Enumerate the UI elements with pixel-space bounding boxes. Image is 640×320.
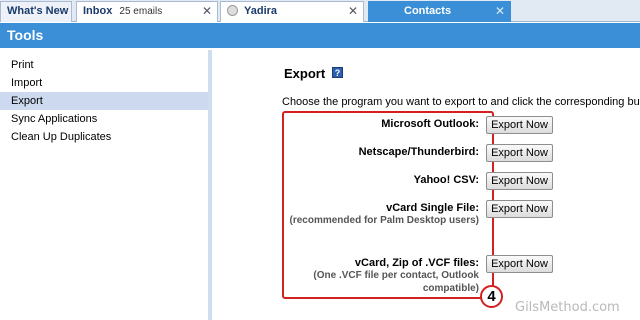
option-name: vCard, Zip of .VCF files: — [354, 257, 479, 269]
export-thunderbird-button[interactable]: Export Now — [486, 144, 553, 162]
tools-header: Tools — [0, 23, 640, 48]
tab-label: Inbox — [83, 5, 113, 17]
tab-inbox[interactable]: Inbox 25 emails ✕ — [76, 1, 218, 22]
watermark: GilsMethod.com — [515, 300, 620, 315]
sidebar-item-export[interactable]: Export — [0, 92, 208, 110]
export-option-label: vCard Single File: (recommended for Palm… — [288, 202, 480, 227]
tab-whats-new[interactable]: What's New — [0, 1, 72, 22]
avatar-icon — [227, 5, 238, 16]
tab-label: Contacts — [404, 5, 452, 17]
tab-yadira[interactable]: Yadira ✕ — [220, 1, 364, 22]
tab-contacts[interactable]: Contacts ✕ — [368, 1, 511, 22]
export-vcard-zip-button[interactable]: Export Now — [486, 255, 553, 273]
option-note: (recommended for Palm Desktop users) — [289, 215, 480, 226]
sidebar-item-clean-up-duplicates[interactable]: Clean Up Duplicates — [0, 128, 208, 146]
step-number-badge: 4 — [480, 285, 503, 308]
tab-email-count: 25 emails — [119, 6, 163, 17]
sidebar-item-print[interactable]: Print — [0, 56, 208, 74]
export-options-highlight: Microsoft Outlook: Export Now Netscape/T… — [282, 111, 553, 299]
contacts-tools-window: What's New Inbox 25 emails ✕ Yadira ✕ Co… — [0, 0, 640, 320]
export-option-label: Yahoo! CSV: — [413, 174, 479, 186]
close-icon[interactable]: ✕ — [348, 2, 358, 21]
close-icon[interactable]: ✕ — [202, 2, 212, 21]
export-option-label: Microsoft Outlook: — [381, 118, 479, 130]
export-outlook-button[interactable]: Export Now — [486, 116, 553, 134]
tab-bar: What's New Inbox 25 emails ✕ Yadira ✕ Co… — [0, 0, 640, 22]
option-note: (One .VCF file per contact, Outlook comp… — [313, 270, 479, 294]
export-vcard-single-button[interactable]: Export Now — [486, 200, 553, 218]
export-panel: Export ? Choose the program you want to … — [216, 50, 640, 320]
help-icon[interactable]: ? — [332, 67, 343, 78]
sidebar-item-sync-applications[interactable]: Sync Applications — [0, 110, 208, 128]
tab-label: What's New — [7, 5, 69, 17]
tab-label: Yadira — [244, 5, 278, 17]
export-instructions: Choose the program you want to export to… — [282, 96, 640, 108]
sidebar-item-import[interactable]: Import — [0, 74, 208, 92]
export-yahoo-csv-button[interactable]: Export Now — [486, 172, 553, 190]
option-name: vCard Single File: — [386, 202, 479, 214]
close-icon[interactable]: ✕ — [495, 2, 505, 21]
page-title: Export — [284, 66, 326, 81]
tools-sidebar: Print Import Export Sync Applications Cl… — [0, 50, 212, 320]
export-option-label: Netscape/Thunderbird: — [358, 146, 479, 158]
export-option-label: vCard, Zip of .VCF files: (One .VCF file… — [288, 257, 479, 295]
